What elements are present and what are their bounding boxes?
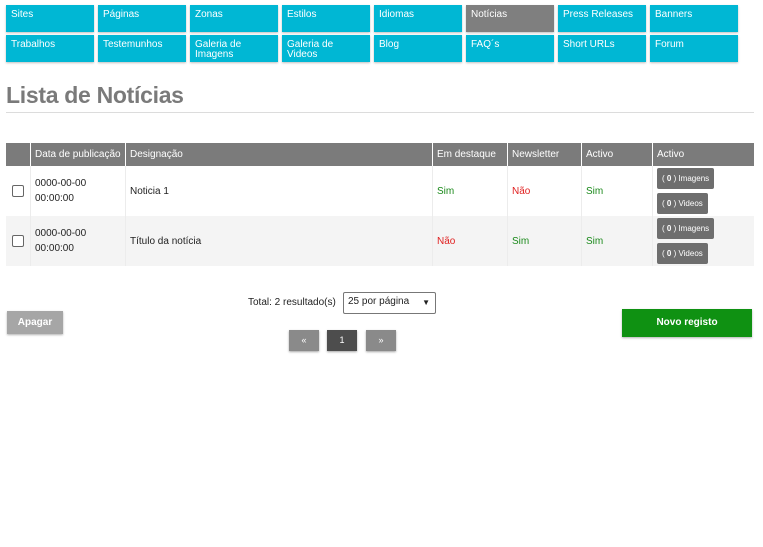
videos-label: Videos bbox=[678, 199, 703, 208]
nav-item-forum[interactable]: Forum bbox=[650, 35, 738, 62]
images-count: 0 bbox=[666, 174, 672, 183]
nav-item-banners[interactable]: Banners bbox=[650, 5, 738, 32]
images-label: Imagens bbox=[678, 174, 710, 183]
nav-item-blog[interactable]: Blog bbox=[374, 35, 462, 62]
header-featured[interactable]: Em destaque bbox=[432, 143, 508, 166]
nav-item-zonas[interactable]: Zonas bbox=[190, 5, 278, 32]
nav-item-paginas[interactable]: Páginas bbox=[98, 5, 186, 32]
nav-item-short-urls[interactable]: Short URLs bbox=[558, 35, 646, 62]
nav-row-2: Trabalhos Testemunhos Galeria de Imagens… bbox=[6, 35, 741, 62]
videos-label: Videos bbox=[678, 249, 703, 258]
media-cell: ( 0 ) Imagens ( 0 ) Videos bbox=[653, 166, 755, 216]
featured-cell[interactable]: Não bbox=[432, 216, 508, 266]
newsletter-cell[interactable]: Não bbox=[507, 166, 582, 216]
videos-count: 0 bbox=[666, 199, 672, 208]
row-select-cell bbox=[6, 216, 31, 266]
nav-item-testemunhos[interactable]: Testemunhos bbox=[98, 35, 186, 62]
table-row: 0000-00-00 00:00:00 Título da notícia Nã… bbox=[6, 216, 754, 266]
header-newsletter[interactable]: Newsletter bbox=[507, 143, 582, 166]
newsletter-cell[interactable]: Sim bbox=[507, 216, 582, 266]
nav-item-trabalhos[interactable]: Trabalhos bbox=[6, 35, 94, 62]
table-header-row: Data de publicação Designação Em destaqu… bbox=[6, 143, 754, 166]
delete-button[interactable]: Apagar bbox=[7, 311, 63, 334]
header-date[interactable]: Data de publicação bbox=[30, 143, 126, 166]
nav-item-press-releases[interactable]: Press Releases bbox=[558, 5, 646, 32]
previous-page-button[interactable]: « bbox=[289, 330, 319, 351]
active-cell[interactable]: Sim bbox=[581, 166, 653, 216]
images-label: Imagens bbox=[678, 224, 710, 233]
header-active-media: Activo bbox=[652, 143, 754, 166]
new-record-button[interactable]: Novo registo bbox=[622, 309, 752, 337]
nav-item-sites[interactable]: Sites bbox=[6, 5, 94, 32]
nav-item-faqs[interactable]: FAQ´s bbox=[466, 35, 554, 62]
date-cell: 0000-00-00 00:00:00 bbox=[30, 216, 126, 266]
nav-item-noticias[interactable]: Notícias bbox=[466, 5, 554, 32]
publish-time: 00:00:00 bbox=[35, 243, 74, 254]
images-count: 0 bbox=[666, 224, 672, 233]
designation-cell[interactable]: Noticia 1 bbox=[125, 166, 433, 216]
designation-cell[interactable]: Título da notícia bbox=[125, 216, 433, 266]
results-total: Total: 2 resultado(s) bbox=[248, 297, 336, 308]
row-checkbox[interactable] bbox=[12, 185, 24, 197]
media-cell: ( 0 ) Imagens ( 0 ) Videos bbox=[652, 216, 754, 266]
header-active[interactable]: Activo bbox=[581, 143, 653, 166]
active-cell[interactable]: Sim bbox=[581, 216, 653, 266]
nav-row-1: Sites Páginas Zonas Estilos Idiomas Notí… bbox=[6, 5, 741, 32]
date-cell: 0000-00-00 00:00:00 bbox=[30, 166, 126, 216]
per-page-value: 25 por página bbox=[348, 296, 410, 307]
publish-time: 00:00:00 bbox=[35, 193, 74, 204]
publish-date: 0000-00-00 bbox=[35, 178, 87, 189]
nav-item-galeria-imagens[interactable]: Galeria de Imagens bbox=[190, 35, 278, 62]
title-divider bbox=[6, 112, 754, 113]
nav-item-idiomas[interactable]: Idiomas bbox=[374, 5, 462, 32]
videos-count: 0 bbox=[666, 249, 672, 258]
videos-button[interactable]: ( 0 ) Videos bbox=[657, 243, 708, 264]
images-button[interactable]: ( 0 ) Imagens bbox=[657, 218, 715, 239]
publish-date: 0000-00-00 bbox=[35, 228, 87, 239]
featured-cell[interactable]: Sim bbox=[432, 166, 508, 216]
next-page-button[interactable]: » bbox=[366, 330, 396, 351]
nav-item-galeria-videos[interactable]: Galeria de Videos bbox=[282, 35, 370, 62]
header-designation[interactable]: Designação bbox=[125, 143, 433, 166]
chevron-down-icon: ▼ bbox=[422, 298, 430, 307]
images-button[interactable]: ( 0 ) Imagens bbox=[657, 168, 715, 189]
table-row: 0000-00-00 00:00:00 Noticia 1 Sim Não Si… bbox=[6, 166, 754, 216]
row-checkbox[interactable] bbox=[12, 235, 24, 247]
page-title: Lista de Notícias bbox=[6, 82, 184, 108]
top-navigation: Sites Páginas Zonas Estilos Idiomas Notí… bbox=[6, 5, 741, 65]
header-select bbox=[6, 143, 31, 166]
videos-button[interactable]: ( 0 ) Videos bbox=[657, 193, 708, 214]
row-select-cell bbox=[6, 166, 31, 216]
page-number-button[interactable]: 1 bbox=[327, 330, 357, 351]
nav-item-estilos[interactable]: Estilos bbox=[282, 5, 370, 32]
per-page-select[interactable]: 25 por página ▼ bbox=[343, 292, 436, 314]
news-table: Data de publicação Designação Em destaqu… bbox=[6, 143, 754, 266]
